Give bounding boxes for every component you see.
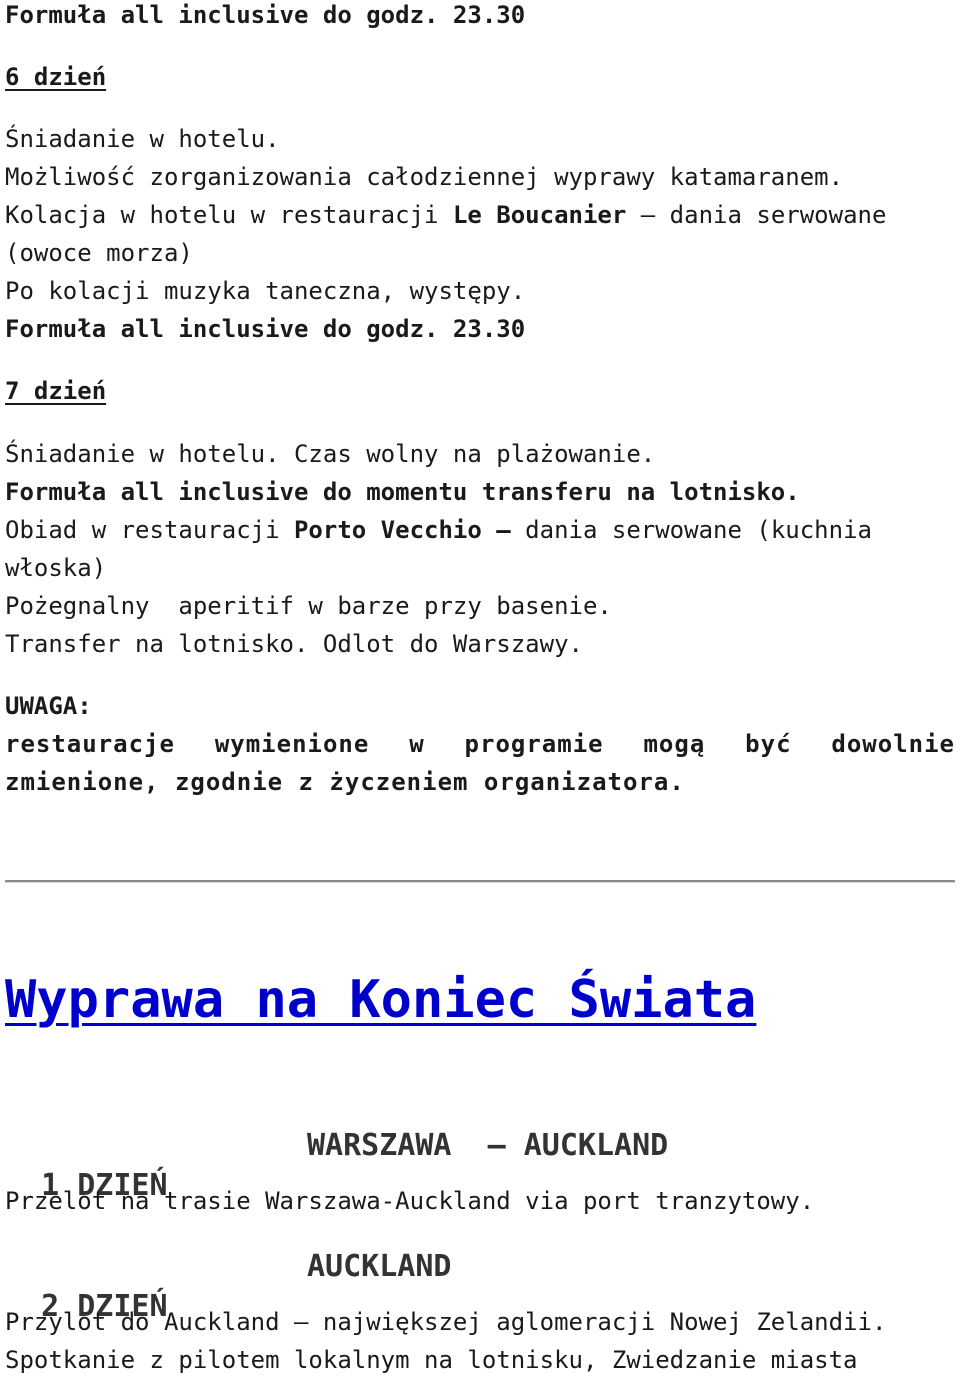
day-6-line: Śniadanie w hotelu. — [5, 125, 280, 153]
day-7-transfer: Transfer na lotnisko. Odlot do Warszawy. — [5, 630, 583, 658]
day-6-heading: 6 dzień — [5, 63, 107, 91]
day-2-text: Spotkanie z pilotem lokalnym na lotnisku… — [5, 1346, 858, 1374]
day-1-text: Przelot na trasie Warszawa-Auckland via … — [5, 1187, 815, 1215]
day-7-line: Śniadanie w hotelu. Czas wolny na plażow… — [5, 440, 656, 468]
day-6-dinner-cont: (owoce morza) — [5, 239, 193, 267]
day-7-lunch: Obiad w restauracji Porto Vecchio – dani… — [5, 511, 872, 549]
restaurant-name: Le Boucanier — [452, 201, 627, 229]
dinner-text: Kolacja w hotelu w restauracji — [5, 201, 453, 229]
restaurant-name: Porto Vecchio – — [293, 516, 511, 544]
note-text: restauracje wymienione w programie mogą … — [5, 730, 955, 758]
day-city: AUCKLAND — [307, 1249, 452, 1284]
day-6-dinner: Kolacja w hotelu w restauracji Le Boucan… — [5, 196, 886, 234]
day-6-formula: Formuła all inclusive do godz. 23.30 — [5, 315, 526, 343]
note-text: zmienione, zgodnie z życzeniem organizat… — [5, 768, 685, 796]
lunch-text: Obiad w restauracji — [5, 516, 294, 544]
day-7-lunch-cont: włoska) — [5, 554, 107, 582]
formula-note: Formuła all inclusive do godz. 23.30 — [5, 1, 526, 29]
day-7-aperitif: Pożegnalny aperitif w barze przy basenie… — [5, 592, 612, 620]
divider — [5, 880, 955, 883]
lunch-text: dania serwowane (kuchnia — [510, 516, 872, 544]
day-7-heading: 7 dzień — [5, 377, 107, 405]
dinner-text: – dania serwowane — [626, 201, 887, 229]
trip-title-link[interactable]: Wyprawa na Koniec Świata — [5, 968, 756, 1032]
day-city: WARSZAWA – AUCKLAND — [307, 1128, 669, 1163]
day-7-formula: Formuła all inclusive do momentu transfe… — [5, 478, 800, 506]
note-label: UWAGA: — [5, 692, 92, 720]
day-6-after: Po kolacji muzyka taneczna, występy. — [5, 277, 526, 305]
day-6-line: Możliwość zorganizowania całodziennej wy… — [5, 163, 844, 191]
day-2-text: Przylot do Auckland – największej aglome… — [5, 1308, 887, 1336]
